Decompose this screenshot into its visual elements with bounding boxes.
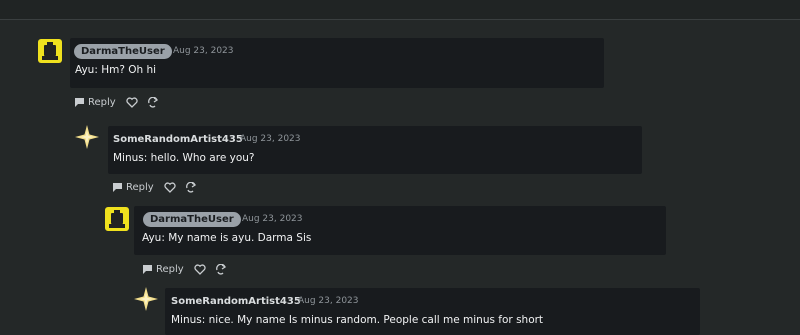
comment-date: Aug 23, 2023: [242, 214, 303, 224]
comment-bubble: DarmaTheUser Aug 23, 2023 Ayu: My name i…: [134, 206, 666, 255]
share-button[interactable]: [216, 262, 228, 276]
author-name[interactable]: DarmaTheUser: [74, 44, 172, 59]
reply-label: Reply: [156, 263, 184, 275]
reply-label: Reply: [126, 181, 154, 193]
top-divider: [0, 0, 800, 20]
like-button[interactable]: [194, 262, 206, 276]
author-name[interactable]: SomeRandomArtist435: [171, 294, 301, 309]
sparkle-star-avatar[interactable]: [74, 124, 100, 150]
share-button[interactable]: [186, 180, 198, 194]
comment-bubble: DarmaTheUser Aug 23, 2023 Ayu: Hm? Oh hi: [70, 38, 604, 88]
reply-button[interactable]: Reply: [142, 262, 184, 276]
speech-bubble-icon: [113, 182, 122, 192]
like-button[interactable]: [126, 95, 138, 109]
speech-bubble-icon: [143, 264, 152, 274]
comment-text: Minus: nice. My name Is minus random. Pe…: [171, 314, 544, 326]
user-avatar[interactable]: [105, 207, 129, 231]
heart-icon: [194, 263, 206, 275]
comment-text: Ayu: Hm? Oh hi: [75, 64, 157, 76]
comment-date: Aug 23, 2023: [240, 134, 301, 144]
reply-label: Reply: [88, 96, 116, 108]
share-button[interactable]: [148, 95, 160, 109]
share-arrow-icon: [216, 263, 227, 275]
share-arrow-icon: [186, 181, 197, 193]
heart-icon: [164, 181, 176, 193]
sparkle-star-avatar[interactable]: [133, 286, 159, 312]
comment-date: Aug 23, 2023: [298, 296, 359, 306]
user-avatar[interactable]: [38, 39, 62, 63]
like-button[interactable]: [164, 180, 176, 194]
comment-bubble: SomeRandomArtist435 Aug 23, 2023 Minus: …: [165, 288, 700, 335]
comment-bubble: SomeRandomArtist435 Aug 23, 2023 Minus: …: [108, 126, 642, 174]
author-name[interactable]: SomeRandomArtist435: [113, 132, 243, 147]
comment-date: Aug 23, 2023: [173, 46, 234, 56]
reply-button[interactable]: Reply: [112, 180, 154, 194]
author-name[interactable]: DarmaTheUser: [143, 212, 241, 227]
heart-icon: [126, 96, 138, 108]
speech-bubble-icon: [75, 97, 84, 107]
comment-text: Ayu: My name is ayu. Darma Sis: [142, 232, 312, 244]
reply-button[interactable]: Reply: [74, 95, 116, 109]
comment-text: Minus: hello. Who are you?: [113, 152, 255, 164]
share-arrow-icon: [148, 96, 159, 108]
